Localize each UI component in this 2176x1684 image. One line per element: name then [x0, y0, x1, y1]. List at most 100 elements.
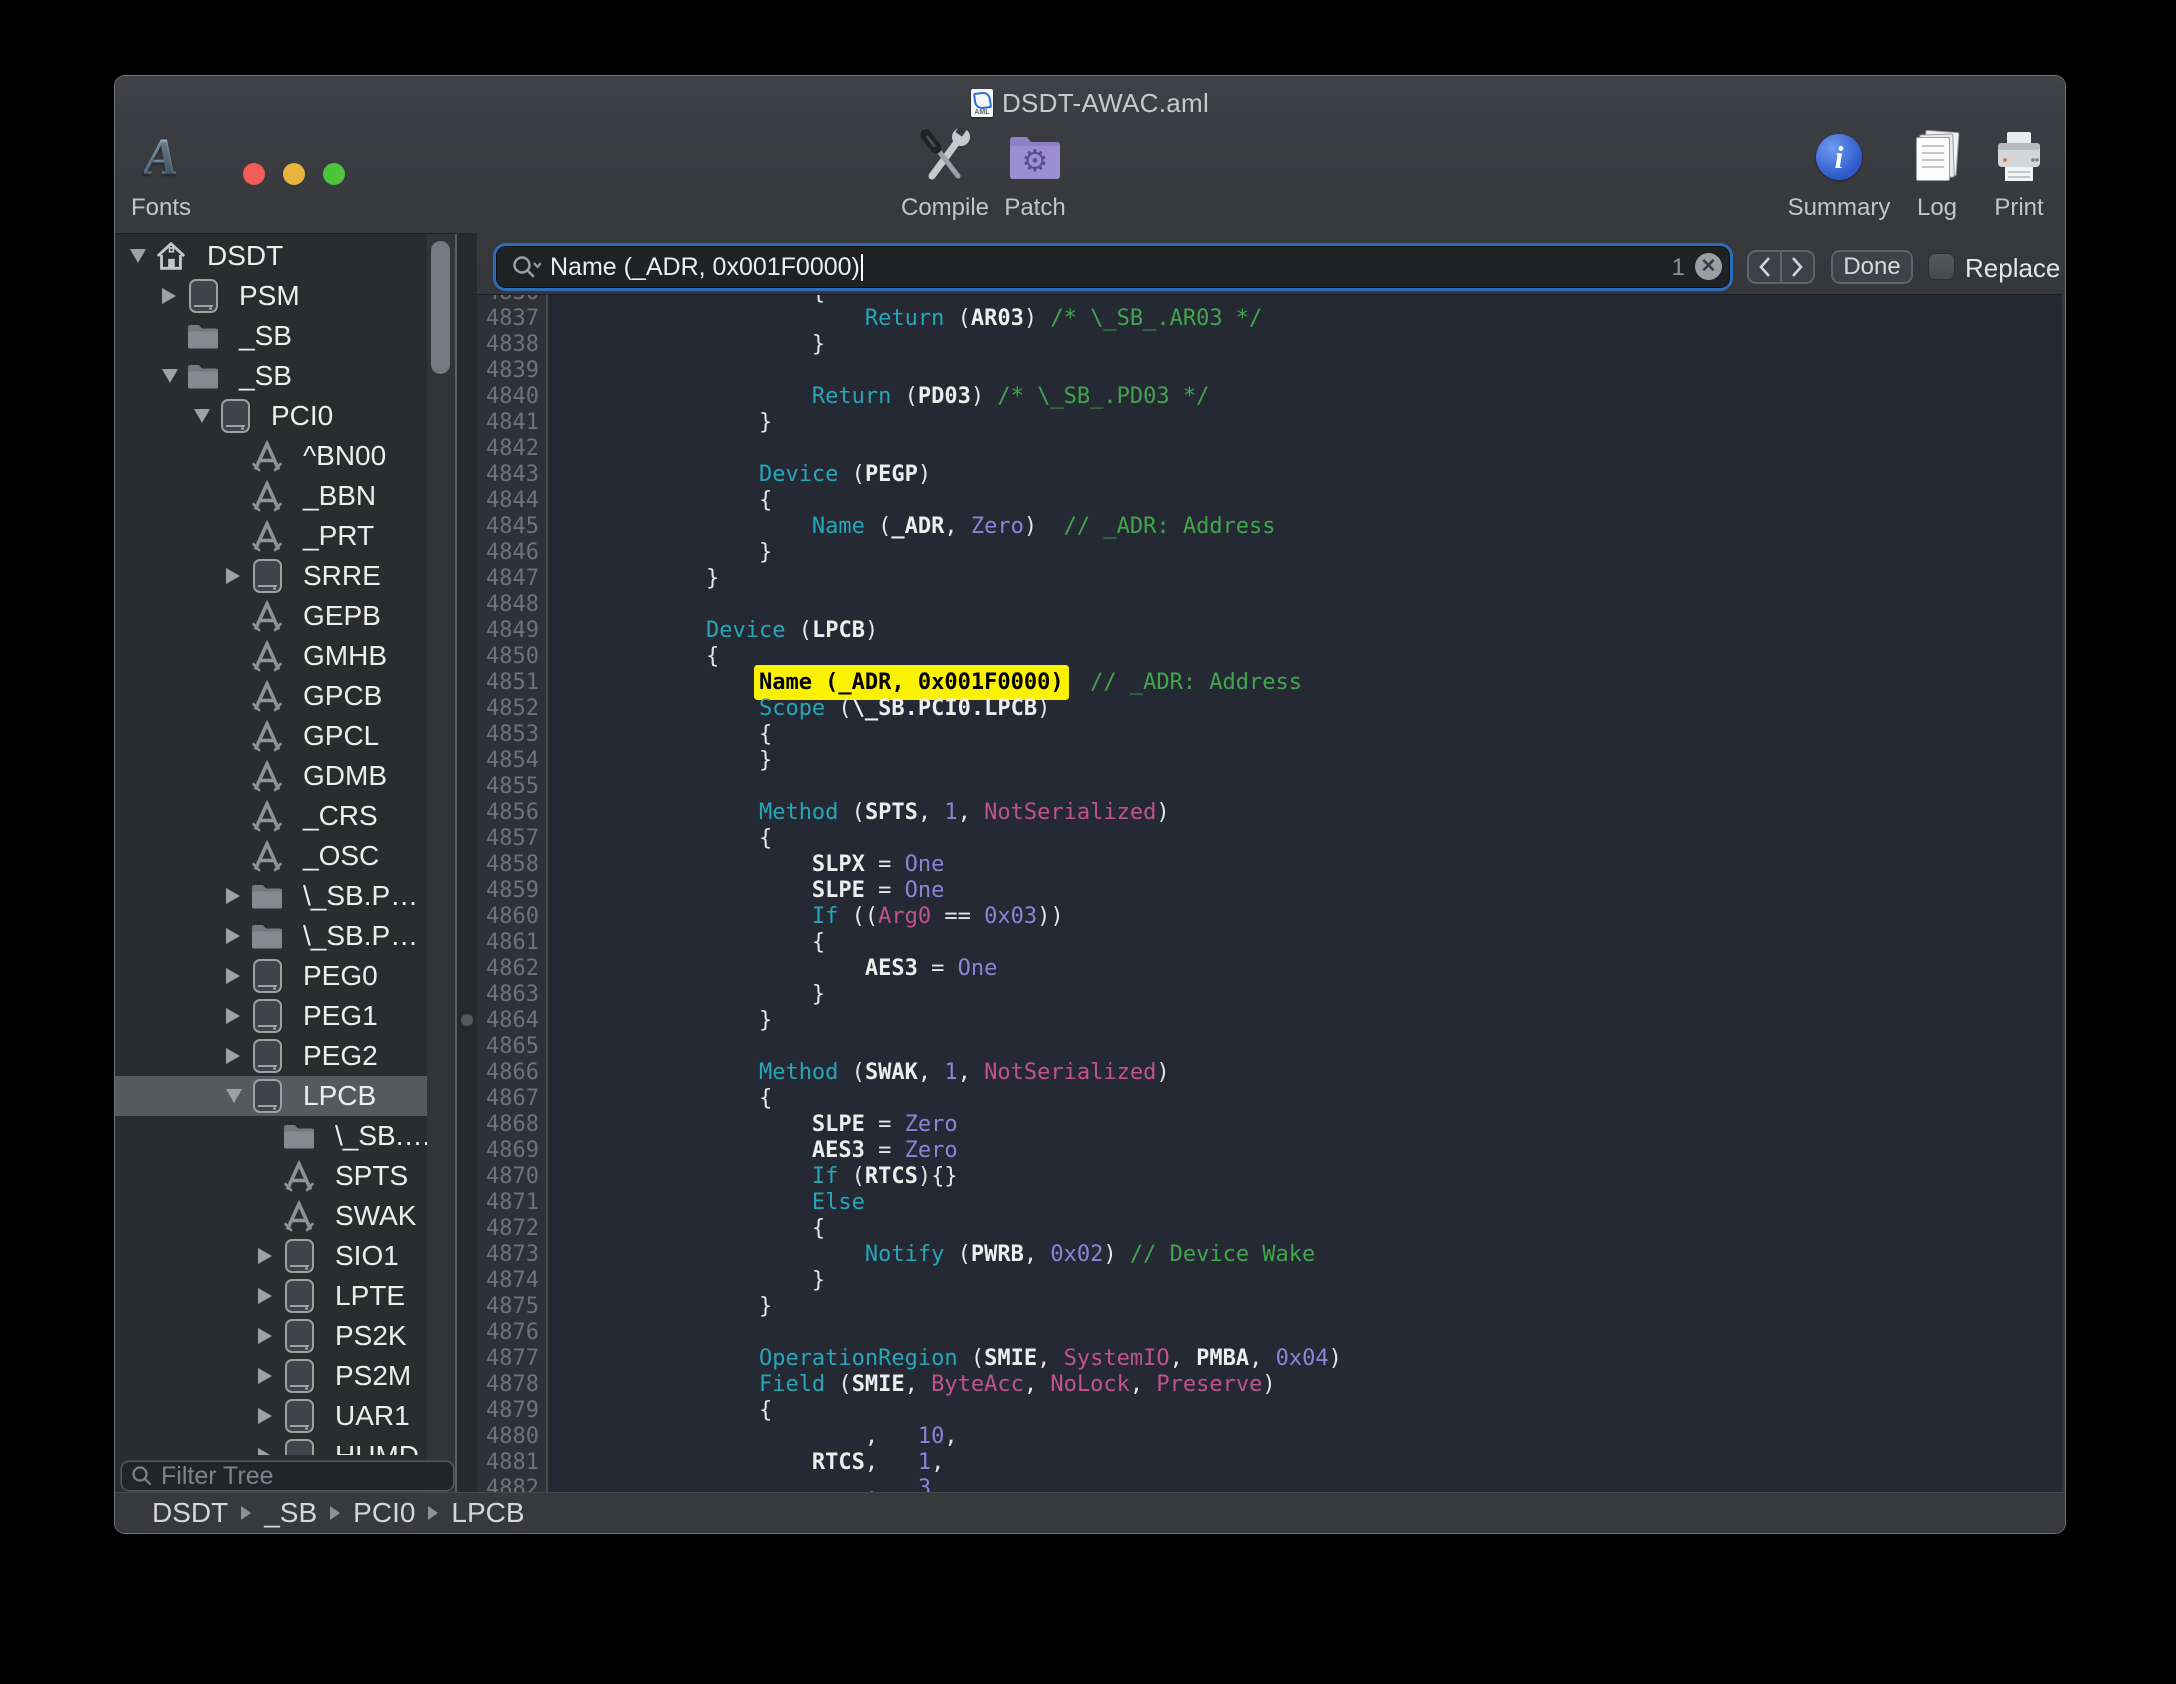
code-line[interactable]: RTCS, 1, — [600, 1450, 944, 1476]
code-line[interactable]: SLPE = Zero — [600, 1112, 958, 1138]
sidebar-item-ps2k[interactable]: PS2K — [115, 1316, 427, 1356]
sidebar-item-sbp[interactable]: \_SB.P… — [115, 876, 427, 916]
disclosure-down-icon[interactable] — [130, 249, 146, 263]
sidebar-item-peg0[interactable]: PEG0 — [115, 956, 427, 996]
zoom-button[interactable] — [323, 163, 345, 185]
pane-splitter[interactable] — [457, 233, 477, 1492]
disclosure-down-icon[interactable] — [194, 409, 210, 423]
code-line[interactable]: SLPE = One — [600, 878, 944, 904]
sidebar-scrollbar-track[interactable] — [427, 234, 455, 1492]
find-next-button[interactable] — [1782, 252, 1813, 282]
code-line[interactable]: } — [600, 982, 825, 1008]
code-line[interactable]: } — [600, 748, 772, 774]
code-line[interactable]: } — [600, 1008, 772, 1034]
code-line[interactable]: Field (SMIE, ByteAcc, NoLock, Preserve) — [600, 1372, 1276, 1398]
breadcrumb-item-sb[interactable]: _SB — [264, 1497, 317, 1529]
sidebar-item-bbn[interactable]: _BBN — [115, 476, 427, 516]
code-line[interactable]: , 3 — [600, 1476, 931, 1492]
breadcrumb-item-dsdt[interactable]: DSDT — [152, 1497, 228, 1529]
sidebar-item-spts[interactable]: SPTS — [115, 1156, 427, 1196]
sidebar-item-bn00[interactable]: ^BN00 — [115, 436, 427, 476]
sidebar-item-sbp[interactable]: \_SB.P… — [115, 916, 427, 956]
code-line[interactable]: } — [600, 540, 772, 566]
sidebar-item-humd[interactable]: HUMD — [115, 1436, 427, 1455]
code-line[interactable]: Name (_ADR, Zero) // _ADR: Address — [600, 514, 1276, 540]
sidebar-item-ps2m[interactable]: PS2M — [115, 1356, 427, 1396]
code-line[interactable]: { — [600, 930, 825, 956]
code-line[interactable]: { — [600, 1398, 772, 1424]
code-line[interactable]: If ((Arg0 == 0x03)) — [600, 904, 1064, 930]
sidebar-item-dsdt[interactable]: DSDT — [115, 236, 427, 276]
code-line[interactable]: { — [600, 826, 772, 852]
code-line[interactable]: } — [600, 1294, 772, 1320]
sidebar-item-sb[interactable]: \_SB.… — [115, 1116, 427, 1156]
code-line[interactable]: { — [600, 644, 719, 670]
log-button[interactable]: Log — [1901, 128, 1973, 222]
disclosure-right-icon[interactable] — [226, 968, 240, 984]
disclosure-right-icon[interactable] — [258, 1248, 272, 1264]
code-line[interactable]: Else — [600, 1190, 865, 1216]
sidebar-item-osc[interactable]: _OSC — [115, 836, 427, 876]
code-line[interactable]: { — [600, 488, 772, 514]
sidebar-item-lpte[interactable]: LPTE — [115, 1276, 427, 1316]
search-input[interactable]: Name (_ADR, 0x001F0000) — [497, 247, 1729, 287]
sidebar-item-gpcl[interactable]: GPCL — [115, 716, 427, 756]
code-line[interactable]: Method (SPTS, 1, NotSerialized) — [600, 800, 1170, 826]
code-editor[interactable]: 4836483748384839484048414842484348444845… — [477, 294, 2062, 1492]
disclosure-right-icon[interactable] — [258, 1448, 272, 1455]
disclosure-down-icon[interactable] — [226, 1089, 242, 1103]
disclosure-right-icon[interactable] — [226, 1008, 240, 1024]
minimize-button[interactable] — [283, 163, 305, 185]
disclosure-right-icon[interactable] — [226, 888, 240, 904]
code-line[interactable]: Device (PEGP) — [600, 462, 931, 488]
sidebar-item-gdmb[interactable]: GDMB — [115, 756, 427, 796]
disclosure-right-icon[interactable] — [226, 1048, 240, 1064]
disclosure-right-icon[interactable] — [258, 1408, 272, 1424]
sidebar-item-gpcb[interactable]: GPCB — [115, 676, 427, 716]
close-button[interactable] — [243, 163, 265, 185]
disclosure-right-icon[interactable] — [226, 568, 240, 584]
code-line[interactable]: { — [600, 294, 825, 306]
find-previous-button[interactable] — [1749, 252, 1782, 282]
sidebar-scrollbar-thumb[interactable] — [431, 241, 450, 374]
sidebar-item-lpcb[interactable]: LPCB — [115, 1076, 427, 1116]
sidebar-item-sb[interactable]: _SB — [115, 316, 427, 356]
sidebar-item-crs[interactable]: _CRS — [115, 796, 427, 836]
patch-button[interactable]: ⚙ Patch — [997, 128, 1073, 222]
compile-button[interactable]: Compile — [905, 128, 985, 222]
print-button[interactable]: Print — [1981, 128, 2057, 222]
done-button[interactable]: Done — [1831, 250, 1913, 284]
sidebar-item-psm[interactable]: PSM — [115, 276, 427, 316]
sidebar-item-peg1[interactable]: PEG1 — [115, 996, 427, 1036]
replace-checkbox[interactable] — [1929, 254, 1954, 279]
sidebar-item-prt[interactable]: _PRT — [115, 516, 427, 556]
disclosure-right-icon[interactable] — [258, 1328, 272, 1344]
code-line[interactable]: } — [600, 332, 825, 358]
disclosure-right-icon[interactable] — [162, 288, 176, 304]
splitter-handle-icon[interactable] — [461, 1014, 473, 1026]
disclosure-right-icon[interactable] — [258, 1288, 272, 1304]
sidebar-item-pci0[interactable]: PCI0 — [115, 396, 427, 436]
fonts-button[interactable]: A Fonts — [121, 128, 201, 222]
sidebar-item-srre[interactable]: SRRE — [115, 556, 427, 596]
code-line[interactable]: { — [600, 1086, 772, 1112]
code-line[interactable]: { — [600, 722, 772, 748]
code-content[interactable]: { Return (AR03) /* \_SB_.AR03 */ } Retur… — [600, 295, 2062, 1492]
breadcrumb-item-pci0[interactable]: PCI0 — [353, 1497, 415, 1529]
sidebar-item-gepb[interactable]: GEPB — [115, 596, 427, 636]
code-line[interactable]: OperationRegion (SMIE, SystemIO, PMBA, 0… — [600, 1346, 1342, 1372]
code-line[interactable]: If (RTCS){} — [600, 1164, 958, 1190]
disclosure-right-icon[interactable] — [258, 1368, 272, 1384]
code-line[interactable]: { — [600, 1216, 825, 1242]
code-line[interactable]: Scope (\_SB.PCI0.LPCB) — [600, 696, 1050, 722]
code-line[interactable]: AES3 = One — [600, 956, 997, 982]
sidebar-item-peg2[interactable]: PEG2 — [115, 1036, 427, 1076]
sidebar-item-sb[interactable]: _SB — [115, 356, 427, 396]
breadcrumb-item-lpcb[interactable]: LPCB — [451, 1497, 524, 1529]
sidebar-item-uar1[interactable]: UAR1 — [115, 1396, 427, 1436]
code-line[interactable]: Notify (PWRB, 0x02) // Device Wake — [600, 1242, 1315, 1268]
clear-search-icon[interactable]: ✕ — [1695, 253, 1722, 280]
search-icon[interactable] — [511, 254, 541, 280]
code-line[interactable]: AES3 = Zero — [600, 1138, 958, 1164]
code-line[interactable]: Device (LPCB) — [600, 618, 878, 644]
